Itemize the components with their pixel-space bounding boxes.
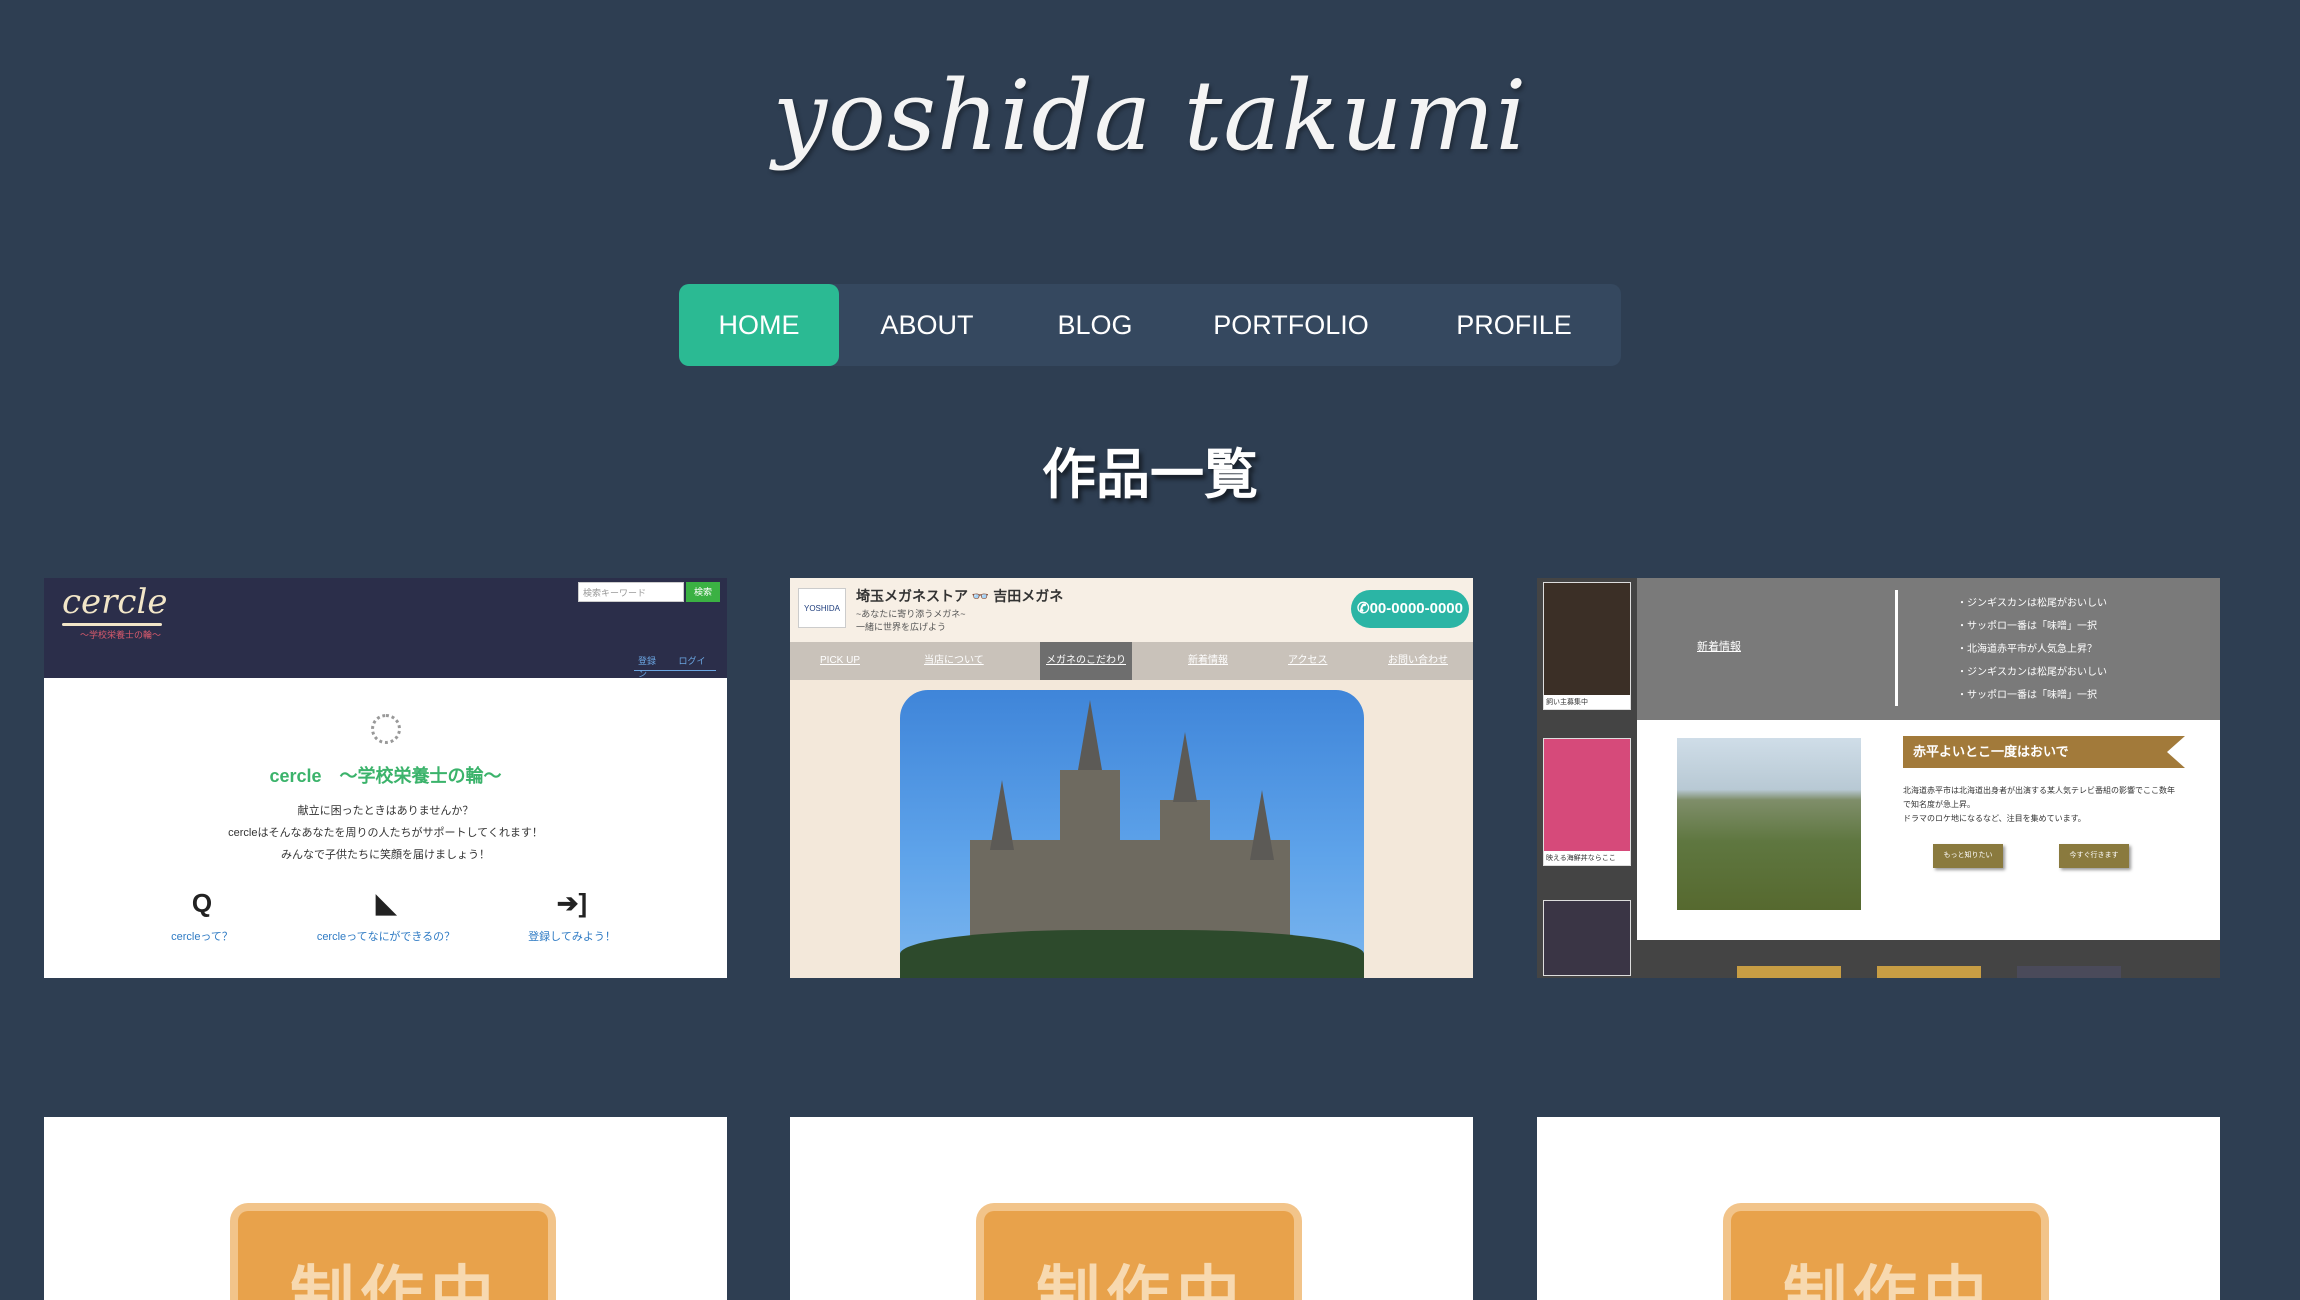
- cercle-logo: cercle: [62, 582, 168, 622]
- work-card-cercle[interactable]: cercle 〜学校栄養士の輪〜 検索キーワード 検索 登録 ログイン cerc…: [44, 578, 727, 978]
- megane-nav-item: アクセス: [1288, 655, 1328, 666]
- thumb-image: [1544, 583, 1630, 695]
- section-title: 作品一覧: [1042, 445, 1258, 505]
- cercle-description: 献立に困ったときはありませんか？ cercleはそんなあなたを周りの人たちがサポ…: [44, 800, 727, 866]
- akabira-footer: [1637, 940, 2220, 978]
- news-item: ・サッポロ一番は「味噌」一択: [1957, 621, 2097, 632]
- feature-about: Q cercleって？: [102, 888, 302, 944]
- search-button: 検索: [686, 582, 720, 602]
- wip-label: 制作中: [290, 1260, 500, 1300]
- thumb-caption: 映える海鮮丼ならここ: [1546, 855, 1616, 862]
- cercle-header: cercle 〜学校栄養士の輪〜 検索キーワード 検索 登録 ログイン: [44, 578, 727, 680]
- megane-nav-item: 当店について: [924, 655, 984, 666]
- thumb-caption: 飼い主募集中: [1546, 699, 1588, 706]
- thumb-card: 映える海鮮丼ならここ: [1543, 738, 1631, 866]
- nav-home[interactable]: HOME: [679, 284, 839, 366]
- megane-nav-item: PICK UP: [820, 655, 861, 666]
- castle-spire: [1173, 732, 1197, 802]
- akabira-text: 北海道赤平市は北海道出身者が出演する某人気テレビ番組の影響でここ数年 で知名度が…: [1903, 784, 2193, 826]
- divider: [1895, 590, 1898, 706]
- sign-in-icon: ➔]: [556, 888, 588, 918]
- main-nav: HOME ABOUT BLOG PORTFOLIO PROFILE: [679, 284, 1621, 366]
- landscape-photo: [1677, 738, 1861, 910]
- nav-about[interactable]: ABOUT: [839, 284, 1015, 366]
- news-item: ・ジンギスカンは松尾がおいしい: [1957, 667, 2107, 678]
- search-input: 検索キーワード: [578, 582, 684, 602]
- akabira-banner: 赤平よいとこ一度はおいで: [1903, 736, 2185, 768]
- megane-sub-line: 一緒に世界を広げよう: [856, 622, 947, 632]
- thumb-card: 飼い主募集中: [1543, 582, 1631, 710]
- phone-badge: ✆00-0000-0000: [1351, 590, 1469, 628]
- castle-spire: [990, 780, 1014, 850]
- go-button: 今すぐ行きます: [2059, 844, 2129, 868]
- mini-card: [2017, 966, 2121, 978]
- megane-title: 埼玉メガネストア 👓 吉田メガネ: [856, 588, 1064, 604]
- mini-card: [1737, 966, 1841, 978]
- news-label: 新着情報: [1697, 641, 1741, 653]
- akabira-news: 新着情報 ・ジンギスカンは松尾がおいしい ・サッポロ一番は「味噌」一択 ・北海道…: [1637, 578, 2220, 720]
- megane-logo: YOSHIDA: [798, 588, 846, 628]
- cercle-line: 献立に困ったときはありませんか？: [297, 805, 474, 817]
- news-item: ・サッポロ一番は「味噌」一択: [1957, 690, 2097, 701]
- logo-underline: [62, 623, 162, 626]
- castle-spire: [1078, 700, 1102, 770]
- akabira-main: 赤平よいとこ一度はおいで 北海道赤平市は北海道出身者が出演する某人気テレビ番組の…: [1637, 720, 2220, 940]
- nav-profile[interactable]: PROFILE: [1407, 284, 1621, 366]
- wip-label: 制作中: [1783, 1260, 1993, 1300]
- trees: [900, 930, 1364, 978]
- auth-links: 登録 ログイン: [638, 654, 727, 680]
- register-link: 登録: [638, 656, 657, 666]
- work-card-wip[interactable]: 制作中: [1537, 1117, 2220, 1300]
- q-icon: Q: [191, 888, 213, 918]
- akabira-text-line: ドラマのロケ地になるなど、注目を集めています。: [1903, 814, 2086, 823]
- megane-nav-item: メガネのこだわり: [1040, 642, 1132, 680]
- news-list: ・ジンギスカンは松尾がおいしい ・サッポロ一番は「味噌」一択 ・北海道赤平市が人…: [1957, 592, 2107, 707]
- news-item: ・ジンギスカンは松尾がおいしい: [1957, 598, 2107, 609]
- feature-what: ◣ cercleってなにができるの？: [286, 888, 486, 944]
- feature-label: cercleってなにができるの？: [316, 931, 456, 943]
- megane-header: YOSHIDA 埼玉メガネストア 👓 吉田メガネ ~あなたに寄り添うメガネ~ 一…: [790, 578, 1473, 642]
- fin-icon: ◣: [376, 888, 396, 918]
- nav-portfolio[interactable]: PORTFOLIO: [1175, 284, 1407, 366]
- akabira-sidebar: 飼い主募集中 映える海鮮丼ならここ: [1537, 578, 1637, 978]
- cercle-line: cercleはそんなあなたを周りの人たちがサポートしてくれます！: [228, 827, 543, 839]
- loading-spinner-icon: [371, 714, 401, 744]
- feature-label: cercleって？: [171, 931, 233, 943]
- link-underline: [634, 670, 716, 671]
- nav-blog[interactable]: BLOG: [1015, 284, 1175, 366]
- work-card-wip[interactable]: 制作中: [790, 1117, 1473, 1300]
- megane-subtitle: ~あなたに寄り添うメガネ~ 一緒に世界を広げよう: [856, 608, 966, 634]
- news-item: ・北海道赤平市が人気急上昇？: [1957, 644, 2097, 655]
- work-card-akabira[interactable]: 飼い主募集中 映える海鮮丼ならここ 新着情報 ・ジンギスカンは松尾がおいしい ・…: [1537, 578, 2220, 978]
- megane-nav-item: 新着情報: [1188, 655, 1228, 666]
- megane-nav: PICK UP 当店について メガネのこだわり 新着情報 アクセス お問い合わせ: [790, 642, 1473, 680]
- more-button: もっと知りたい: [1933, 844, 2003, 868]
- akabira-text-line: 北海道赤平市は北海道出身者が出演する某人気テレビ番組の影響でここ数年: [1903, 786, 2175, 795]
- wip-label: 制作中: [1036, 1260, 1246, 1300]
- feature-register: ➔] 登録してみよう！: [472, 888, 672, 944]
- thumb-image: [1544, 901, 1630, 975]
- feature-label: 登録してみよう！: [528, 931, 616, 943]
- mini-card: [1877, 966, 1981, 978]
- thumb-card: [1543, 900, 1631, 976]
- cercle-logo-sub: 〜学校栄養士の輪〜: [80, 630, 162, 640]
- megane-nav-item: お問い合わせ: [1388, 655, 1448, 666]
- work-card-wip[interactable]: 制作中: [44, 1117, 727, 1300]
- castle-photo: [900, 690, 1364, 978]
- cercle-line: みんなで子供たちに笑顔を届けましょう！: [281, 849, 490, 861]
- phone-number: 00-0000-0000: [1369, 600, 1463, 617]
- cercle-heading: cercle 〜学校栄養士の輪〜: [269, 766, 502, 786]
- megane-sub-line: ~あなたに寄り添うメガネ~: [856, 609, 966, 619]
- work-card-megane[interactable]: YOSHIDA 埼玉メガネストア 👓 吉田メガネ ~あなたに寄り添うメガネ~ 一…: [790, 578, 1473, 978]
- thumb-image: [1544, 739, 1630, 851]
- akabira-text-line: で知名度が急上昇。: [1903, 800, 1975, 809]
- castle-spire: [1250, 790, 1274, 860]
- site-title: yoshida takumi: [772, 60, 1528, 172]
